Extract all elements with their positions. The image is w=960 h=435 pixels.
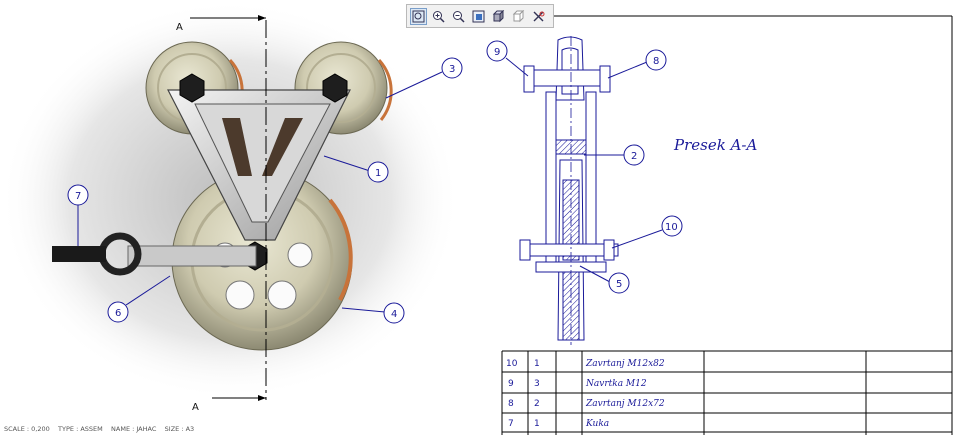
drawing-viewport[interactable]: A A Presek A-A 9 8 3 2 1 7 10 5 6 4 10 1…: [0, 0, 960, 435]
zoom-in-button[interactable]: [430, 8, 447, 25]
bom-qty: 1: [534, 359, 540, 369]
view-orientation-button[interactable]: [510, 8, 527, 25]
view-toolbar: [406, 4, 554, 28]
bom-name: Navrtka M12: [585, 379, 647, 389]
zoom-in-icon: [433, 10, 445, 23]
section-view[interactable]: [519, 36, 619, 345]
hook-arm: [127, 245, 257, 267]
shaded-view-button[interactable]: [490, 8, 507, 25]
svg-text:1: 1: [375, 168, 381, 179]
svg-text:7: 7: [75, 191, 81, 202]
zoom-out-icon: [453, 10, 465, 23]
svg-text:2: 2: [631, 151, 637, 162]
bom-pos: 8: [508, 399, 514, 409]
bom-pos: 10: [506, 359, 518, 369]
hook-handle: [52, 246, 106, 262]
bom-table[interactable]: 10 1 Zavrtanj M12x82 9 3 Navrtka M12 8 2…: [501, 350, 952, 435]
close-view-icon: [533, 11, 545, 21]
close-view-button[interactable]: [530, 8, 547, 25]
bom-qty: 1: [534, 419, 540, 429]
bom-pos: 9: [508, 379, 514, 389]
svg-text:6: 6: [115, 308, 121, 319]
svg-text:10: 10: [665, 222, 678, 233]
drawing-sheet[interactable]: A A Presek A-A 9 8 3 2 1 7 10 5 6 4 10 1…: [0, 0, 960, 435]
section-marker-bottom: A: [192, 402, 199, 413]
zoom-window-icon: [472, 10, 485, 22]
zoom-fit-button[interactable]: [410, 7, 427, 25]
zoom-window-button[interactable]: [470, 8, 487, 25]
section-marker-top: A: [176, 22, 183, 33]
bom-name: Zavrtanj M12x82: [585, 359, 665, 369]
bom-name: Zavrtanj M12x72: [585, 399, 665, 409]
bom-qty: 3: [534, 379, 540, 389]
status-scale: SCALE : 0,200: [4, 425, 50, 433]
bom-pos: 7: [508, 419, 514, 429]
bom-qty: 2: [534, 399, 540, 409]
svg-text:8: 8: [653, 56, 659, 67]
view-orientation-icon: [512, 9, 525, 22]
svg-text:3: 3: [449, 64, 455, 75]
svg-text:5: 5: [616, 279, 622, 290]
status-size: SIZE : A3: [164, 425, 195, 433]
status-bar: SCALE : 0,200 TYPE : ASSEM NAME : JAHAC …: [4, 425, 194, 433]
status-type: TYPE : ASSEM: [58, 425, 103, 433]
svg-text:4: 4: [391, 309, 397, 320]
zoom-out-button[interactable]: [450, 8, 467, 25]
zoom-fit-icon: [412, 10, 425, 22]
section-title: Presek A-A: [673, 136, 757, 154]
shaded-view-icon: [492, 9, 505, 22]
status-name: NAME : JAHAC: [111, 425, 157, 433]
bom-name: Kuka: [585, 419, 609, 429]
svg-text:9: 9: [494, 47, 500, 58]
